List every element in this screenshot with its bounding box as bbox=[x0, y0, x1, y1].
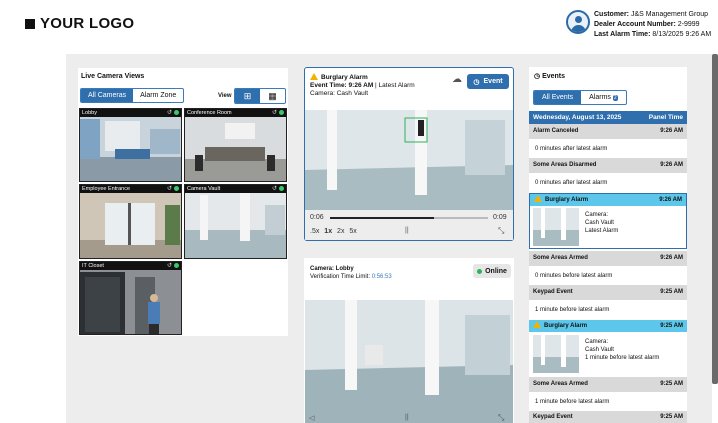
speaker-icon[interactable]: ◁ bbox=[309, 414, 314, 422]
status-dot bbox=[174, 110, 179, 115]
grid-2x2-icon[interactable]: ⊞ bbox=[235, 89, 260, 103]
clock-icon: ◷ bbox=[534, 73, 541, 80]
last-alarm-time: 8/13/2025 9:26 AM bbox=[652, 31, 712, 38]
header: YOUR LOGO Customer: J&S Management Group… bbox=[0, 0, 718, 52]
alarm-header: Burglary Alarm Event Time: 9:26 AM | Lat… bbox=[310, 73, 415, 97]
camera-label: IT Closet bbox=[80, 262, 181, 270]
event-row[interactable]: Alarm Canceled 9:26 AM bbox=[529, 124, 687, 139]
grid-3x3-icon[interactable]: ▦ bbox=[260, 89, 285, 103]
camera-thumb-it-closet[interactable]: IT Closet ↺ bbox=[79, 261, 182, 335]
tab-all-events[interactable]: All Events bbox=[534, 91, 582, 104]
events-title: ◷ Events bbox=[534, 73, 566, 80]
tab-all-cameras[interactable]: All Cameras bbox=[81, 89, 134, 102]
event-row[interactable]: Some Areas Armed 9:25 AM bbox=[529, 377, 687, 392]
pause-icon[interactable]: || bbox=[405, 414, 409, 421]
speed-options: .5x 1x 2x 5x bbox=[310, 228, 357, 235]
speed-option[interactable]: .5x bbox=[310, 228, 319, 235]
event-button[interactable]: ◷ Event bbox=[467, 74, 509, 89]
progress-fill bbox=[330, 217, 435, 219]
event-detail: 1 minute before latest alarm bbox=[529, 300, 687, 320]
warning-icon bbox=[534, 195, 542, 202]
alarm-video[interactable] bbox=[305, 110, 513, 210]
speed-option[interactable]: 1x bbox=[324, 228, 332, 235]
tab-alarm-zone[interactable]: Alarm Zone bbox=[133, 89, 183, 102]
event-row[interactable]: Some Areas Disarmed 9:26 AM bbox=[529, 158, 687, 173]
clock-icon: ◷ bbox=[473, 78, 480, 86]
event-thumbnail[interactable] bbox=[533, 335, 579, 373]
warning-icon bbox=[310, 73, 318, 80]
camera-thumb-employee-entrance[interactable]: Employee Entrance ↺ bbox=[79, 184, 182, 259]
event-detail: 0 minutes after latest alarm bbox=[529, 139, 687, 159]
tab-alarms[interactable]: Alarms 2 bbox=[581, 91, 626, 104]
live-video[interactable] bbox=[305, 300, 513, 423]
playback-controls bbox=[305, 210, 513, 240]
event-row[interactable]: Some Areas Armed 9:26 AM bbox=[529, 251, 687, 266]
status-dot bbox=[174, 186, 179, 191]
speed-option[interactable]: 2x bbox=[337, 228, 344, 235]
alarms-badge: 2 bbox=[612, 95, 618, 101]
online-status: Online bbox=[473, 264, 511, 278]
camera-label: Conference Room bbox=[185, 109, 286, 117]
live-camera-title: Live Camera Views bbox=[81, 73, 145, 80]
event-description: Camera: Cash Vault Latest Alarm bbox=[585, 212, 619, 234]
status-dot bbox=[174, 263, 179, 268]
logo[interactable]: YOUR LOGO bbox=[25, 15, 134, 32]
camera-thumb-camera-vault[interactable]: Camera Vault ↺ bbox=[184, 184, 287, 259]
event-detail: 0 minutes after latest alarm bbox=[529, 173, 687, 193]
customer-name: J&S Management Group bbox=[630, 11, 709, 18]
camera-thumb-lobby[interactable]: Lobby ↺ bbox=[79, 108, 182, 182]
status-dot bbox=[279, 186, 284, 191]
camera-label: Employee Entrance bbox=[80, 185, 181, 193]
events-tabs: All Events Alarms 2 bbox=[533, 90, 627, 105]
alarm-event-row[interactable]: Burglary Alarm 9:25 AM bbox=[529, 320, 687, 332]
camera-label: Camera Vault bbox=[185, 185, 286, 193]
time-start: 0:06 bbox=[310, 214, 324, 221]
history-icon[interactable]: ↺ bbox=[167, 185, 172, 193]
event-thumbnail[interactable] bbox=[533, 208, 579, 246]
history-icon[interactable]: ↺ bbox=[272, 109, 277, 117]
history-icon[interactable]: ↺ bbox=[272, 185, 277, 193]
event-row[interactable]: Keypad Event 9:25 AM bbox=[529, 411, 687, 423]
camera-label: Lobby bbox=[80, 109, 181, 117]
status-dot bbox=[279, 110, 284, 115]
fullscreen-icon[interactable]: ⤡ bbox=[498, 413, 504, 423]
history-icon[interactable]: ↺ bbox=[167, 109, 172, 117]
customer-info: Customer: J&S Management Group Dealer Ac… bbox=[566, 10, 711, 40]
pause-icon[interactable]: || bbox=[405, 227, 409, 234]
avatar[interactable] bbox=[566, 10, 590, 34]
history-icon[interactable]: ↺ bbox=[167, 262, 172, 270]
warning-icon bbox=[533, 321, 541, 328]
cloud-download-icon[interactable]: ☁ bbox=[452, 74, 462, 85]
speed-option[interactable]: 5x bbox=[349, 228, 356, 235]
events-date-header: Wednesday, August 13, 2025 Panel Time bbox=[529, 111, 687, 124]
view-toggle: ⊞ ▦ bbox=[234, 88, 286, 104]
view-label: View bbox=[218, 93, 232, 99]
event-detail: 1 minute before latest alarm bbox=[529, 392, 687, 412]
camera-thumb-conference-room[interactable]: Conference Room ↺ bbox=[184, 108, 287, 182]
camera-tabs: All Cameras Alarm Zone bbox=[80, 88, 185, 103]
event-detail: 0 minutes before latest alarm bbox=[529, 266, 687, 286]
scrollbar[interactable] bbox=[712, 54, 718, 384]
time-end: 0:09 bbox=[493, 214, 507, 221]
event-description: Camera: Cash Vault 1 minute before latest … bbox=[585, 339, 660, 361]
live-video-header: Camera: Lobby Verification Time Limit: 0… bbox=[310, 266, 392, 280]
dealer-account: 2-9999 bbox=[677, 21, 700, 28]
alarm-event-row[interactable]: Burglary Alarm 9:26 AM bbox=[530, 194, 686, 206]
event-row[interactable]: Keypad Event 9:25 AM bbox=[529, 285, 687, 300]
status-dot bbox=[477, 268, 483, 274]
fullscreen-icon[interactable]: ⤡ bbox=[498, 226, 504, 236]
